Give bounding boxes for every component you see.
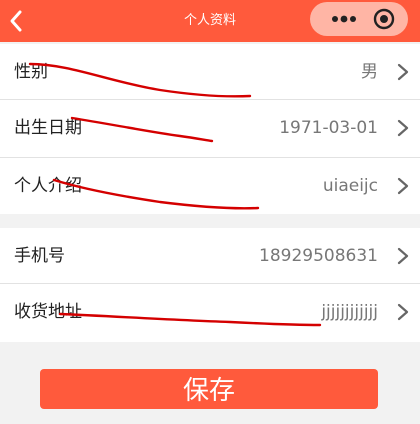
header-bar: 个人资料 <box>0 0 420 42</box>
address-label: 收货地址 <box>14 302 82 322</box>
bio-row[interactable]: 个人介绍 uiaeijc <box>0 158 420 214</box>
bio-label: 个人介绍 <box>14 176 82 196</box>
gender-value: 男 <box>361 62 378 82</box>
more-button[interactable] <box>328 2 368 36</box>
save-button[interactable]: 保存 <box>40 369 378 409</box>
birthdate-row[interactable]: 出生日期 1971-03-01 <box>0 100 420 158</box>
gender-label: 性别 <box>14 62 48 82</box>
target-circle-icon <box>373 8 395 30</box>
chevron-right-icon <box>397 303 409 321</box>
capsule-divider <box>370 11 371 27</box>
phone-label: 手机号 <box>14 246 65 266</box>
phone-row[interactable]: 手机号 18929508631 <box>0 228 420 284</box>
bio-value: uiaeijc <box>322 176 378 196</box>
mini-program-capsule <box>310 2 408 36</box>
chevron-right-icon <box>397 119 409 137</box>
address-row[interactable]: 收货地址 jjjjjjjjjjjj <box>0 284 420 342</box>
address-value: jjjjjjjjjjjj <box>321 302 378 322</box>
birthdate-label: 出生日期 <box>14 118 82 138</box>
chevron-right-icon <box>397 247 409 265</box>
close-button[interactable] <box>372 7 396 31</box>
contact-section: 手机号 18929508631 收货地址 jjjjjjjjjjjj <box>0 228 420 342</box>
profile-section: 性别 男 出生日期 1971-03-01 个人介绍 uiaeijc <box>0 44 420 214</box>
birthdate-value: 1971-03-01 <box>279 118 378 138</box>
chevron-right-icon <box>397 177 409 195</box>
more-dots-icon <box>332 15 356 23</box>
gender-row[interactable]: 性别 男 <box>0 44 420 100</box>
phone-value: 18929508631 <box>259 246 378 266</box>
chevron-right-icon <box>397 63 409 81</box>
